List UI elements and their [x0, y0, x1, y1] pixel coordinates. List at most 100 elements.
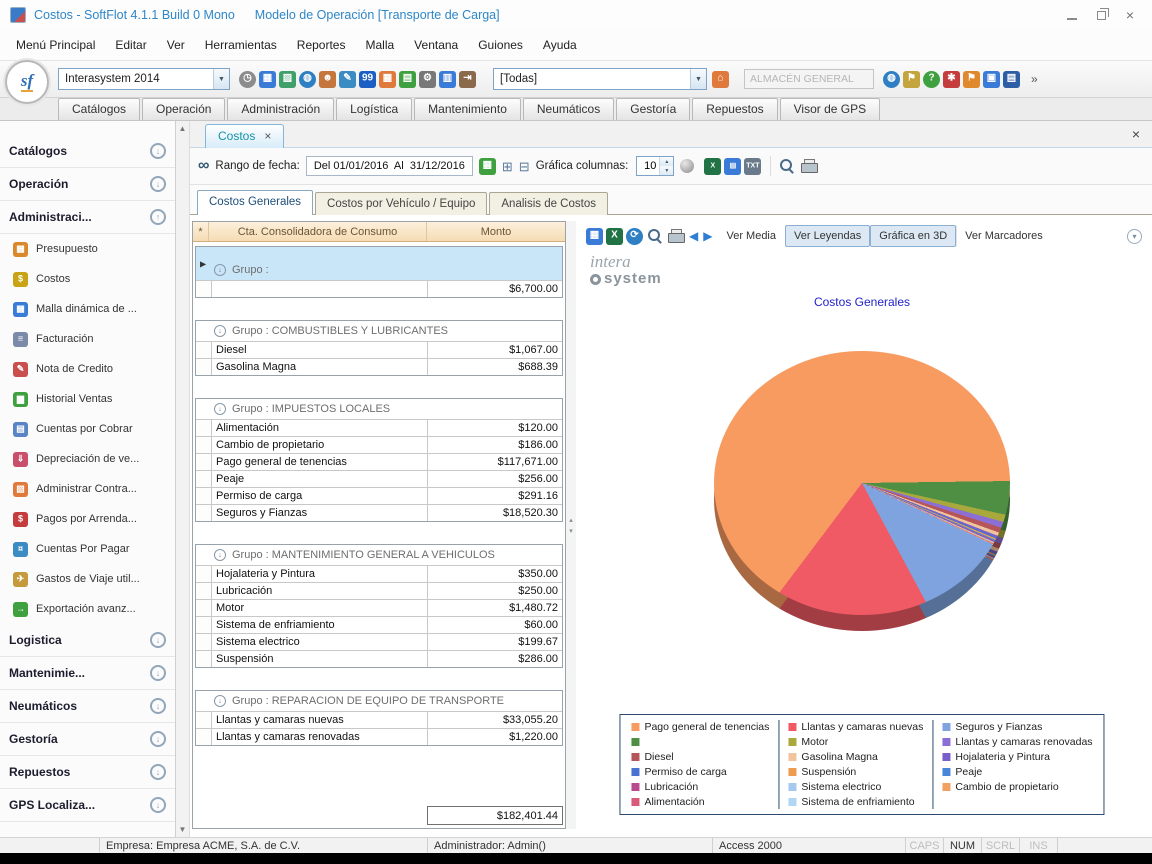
group-collapse-icon[interactable]: ↓	[214, 325, 226, 337]
menu-item[interactable]: Editar	[105, 33, 156, 57]
sidebar-item[interactable]: ▤ Cuentas por Cobrar	[0, 414, 175, 444]
chart-type-icon[interactable]: ▦	[586, 228, 603, 245]
sidebar-item[interactable]: ▆ Historial Ventas	[0, 384, 175, 414]
txt-export-icon[interactable]: TXT	[744, 158, 761, 175]
sphere-icon[interactable]	[680, 159, 694, 173]
sidebar-item[interactable]: ▧ Administrar Contra...	[0, 474, 175, 504]
sub-tab[interactable]: Costos Generales	[197, 190, 313, 215]
grid-row[interactable]: Hojalateria y Pintura $350.00	[196, 565, 562, 582]
export-excel-icon[interactable]: X	[606, 228, 623, 245]
menu-item[interactable]: Menú Principal	[6, 33, 105, 57]
category-tab[interactable]: Logística	[336, 98, 412, 120]
sidebar-item[interactable]: ✈ Gastos de Viaje util...	[0, 564, 175, 594]
preview-zoom-icon[interactable]	[780, 159, 795, 174]
chart-toggle-button[interactable]: Ver Leyendas	[785, 225, 870, 247]
group-collapse-icon[interactable]: ↓	[214, 549, 226, 561]
section-toggle-icon[interactable]: ↓	[150, 632, 166, 648]
section-toggle-icon[interactable]: ↓	[150, 176, 166, 192]
grid-icon[interactable]: ▤	[399, 71, 416, 88]
columns-icon[interactable]: ▥	[439, 71, 456, 88]
calendar-apply-icon[interactable]: ▦	[479, 158, 496, 175]
menu-item[interactable]: Malla	[355, 33, 404, 57]
exit-door-icon[interactable]: ⇥	[459, 71, 476, 88]
section-toggle-icon[interactable]: ↓	[150, 143, 166, 159]
category-tab[interactable]: Administración	[227, 98, 334, 120]
sidebar-item[interactable]: → Exportación avanz...	[0, 594, 175, 624]
globe-icon[interactable]: ◍	[299, 71, 316, 88]
next-icon[interactable]: ▶	[703, 230, 712, 242]
grid-corner-header[interactable]: *	[193, 222, 209, 241]
sidebar-section-header[interactable]: Catálogos ↓	[0, 135, 175, 168]
section-toggle-icon[interactable]: ↓	[150, 731, 166, 747]
spinner-up-icon[interactable]: ▲	[660, 157, 673, 166]
calendar-icon[interactable]: ▦	[379, 71, 396, 88]
users-icon[interactable]: ☻	[319, 71, 336, 88]
scroll-up-icon[interactable]: ▲	[179, 124, 187, 133]
grid-row[interactable]: Lubricación $250.00	[196, 582, 562, 599]
world-icon[interactable]: ◍	[883, 71, 900, 88]
grid-col-header-monto[interactable]: Monto	[427, 222, 565, 241]
group-band[interactable]: ▶ ↓ Grupo :	[196, 247, 562, 280]
home-icon[interactable]: ⌂	[712, 71, 729, 88]
section-toggle-icon[interactable]: ↓	[150, 764, 166, 780]
date-range-input[interactable]: Del 01/01/2016 Al 31/12/2016	[306, 156, 473, 176]
sidebar-section-header[interactable]: Logistica ↓	[0, 624, 175, 657]
category-tab[interactable]: Repuestos	[692, 98, 777, 120]
chart-toggle-button[interactable]: Ver Media	[717, 225, 785, 247]
sidebar-item[interactable]: ▦ Malla dinámica de ...	[0, 294, 175, 324]
grid-row[interactable]: $6,700.00	[196, 280, 562, 297]
menu-item[interactable]: Ayuda	[533, 33, 587, 57]
sidebar-item[interactable]: ⇓ Depreciación de ve...	[0, 444, 175, 474]
excel-export-icon[interactable]: X	[704, 158, 721, 175]
group-collapse-icon[interactable]: ↓	[214, 264, 226, 276]
grid-row[interactable]: Gasolina Magna $688.39	[196, 358, 562, 375]
edit-notes-icon[interactable]: ✎	[339, 71, 356, 88]
timer-icon[interactable]: ◷	[239, 71, 256, 88]
chart-print-icon[interactable]	[668, 229, 684, 243]
menu-item[interactable]: Ver	[157, 33, 195, 57]
grid-row[interactable]: Motor $1,480.72	[196, 599, 562, 616]
group-collapse-icon[interactable]: ↓	[214, 403, 226, 415]
prev-icon[interactable]: ◀	[689, 230, 698, 242]
chart-zoom-icon[interactable]	[648, 229, 663, 244]
grid-row[interactable]: Peaje $256.00	[196, 470, 562, 487]
grid-row[interactable]: Cambio de propietario $186.00	[196, 436, 562, 453]
category-tab[interactable]: Operación	[142, 98, 225, 120]
sidebar-item[interactable]: ¤ Cuentas Por Pagar	[0, 534, 175, 564]
group-collapse-all-icon[interactable]: ⊟	[519, 160, 530, 173]
grid-row[interactable]: Alimentación $120.00	[196, 419, 562, 436]
menu-item[interactable]: Ventana	[404, 33, 468, 57]
flag-icon[interactable]: ⚑	[963, 71, 980, 88]
filter-select[interactable]: [Todas] ▼	[493, 68, 707, 90]
sidebar-item[interactable]: ▦ Presupuesto	[0, 234, 175, 264]
permissions-icon[interactable]: ⚑	[903, 71, 920, 88]
print-icon[interactable]	[801, 159, 817, 173]
profile-select[interactable]: Interasystem 2014 ▼	[58, 68, 230, 90]
columns-spinner[interactable]: 10 ▲ ▼	[636, 156, 674, 176]
sidebar-item[interactable]: $ Pagos por Arrenda...	[0, 504, 175, 534]
tab-close-icon[interactable]: ×	[264, 130, 271, 142]
sidebar-item[interactable]: ≡ Facturación	[0, 324, 175, 354]
chart-toggle-button[interactable]: Ver Marcadores	[956, 225, 1052, 247]
sidebar-item[interactable]: ✎ Nota de Credito	[0, 354, 175, 384]
sidebar-section-header[interactable]: Repuestos ↓	[0, 756, 175, 789]
restore-icon[interactable]	[1097, 11, 1106, 20]
group-band[interactable]: ▶ ↓ Grupo : IMPUESTOS LOCALES	[196, 399, 562, 419]
minimize-icon[interactable]	[1067, 11, 1077, 20]
binoculars-icon[interactable]: ∞	[198, 158, 209, 174]
sidebar-section-header[interactable]: GPS Localiza... ↓	[0, 789, 175, 822]
group-band[interactable]: ▶ ↓ Grupo : REPARACION DE EQUIPO DE TRAN…	[196, 691, 562, 711]
badge-99-icon[interactable]: 99	[359, 71, 376, 88]
sidebar-section-header[interactable]: Neumáticos ↓	[0, 690, 175, 723]
refresh-icon[interactable]: ⟳	[626, 228, 643, 245]
gear-icon[interactable]: ⚙	[419, 71, 436, 88]
panel-menu-icon[interactable]: ▾	[1127, 229, 1142, 244]
sub-tab[interactable]: Costos por Vehículo / Equipo	[315, 192, 487, 215]
scroll-down-icon[interactable]: ▼	[179, 825, 187, 834]
grid-row[interactable]: Pago general de tenencias $117,671.00	[196, 453, 562, 470]
group-collapse-icon[interactable]: ↓	[214, 695, 226, 707]
splitter-up-icon[interactable]: ▴	[569, 516, 573, 524]
chart-toggle-button[interactable]: Gráfica en 3D	[870, 225, 956, 247]
spinner-down-icon[interactable]: ▼	[660, 166, 673, 175]
html-export-icon[interactable]: ▤	[724, 158, 741, 175]
